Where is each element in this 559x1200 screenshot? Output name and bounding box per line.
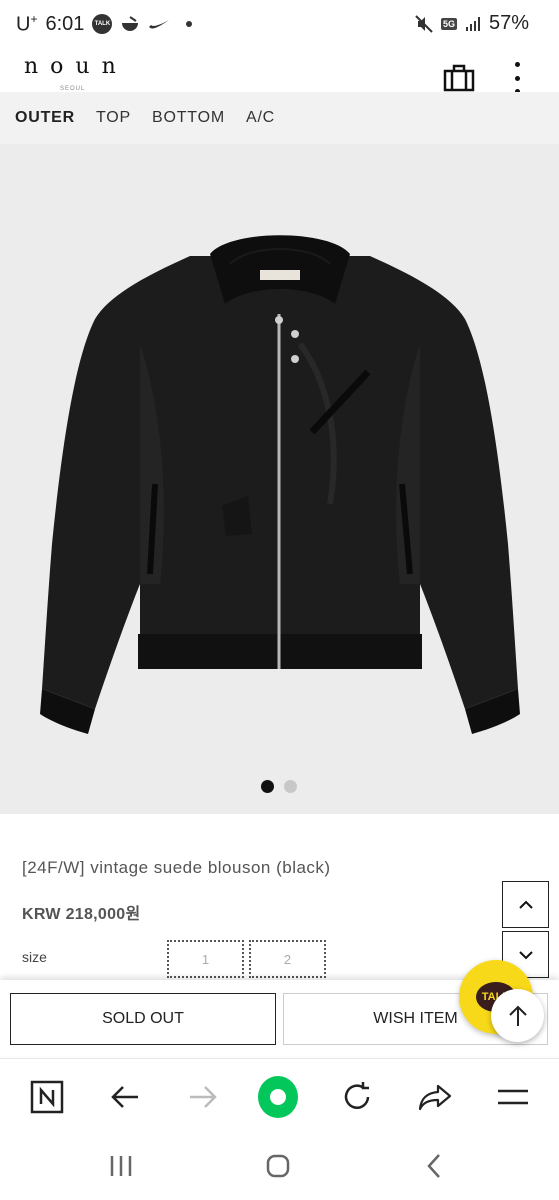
browser-menu-button[interactable] xyxy=(493,1077,533,1117)
status-right: 5G 57% xyxy=(415,12,529,35)
green-dot-icon xyxy=(258,1076,298,1118)
recent-apps-icon xyxy=(110,1156,132,1176)
home-icon xyxy=(266,1154,290,1178)
browser-toolbar xyxy=(0,1058,559,1132)
more-vertical-icon xyxy=(514,62,520,67)
talk-notification-icon: TALK xyxy=(92,14,113,35)
shopping-bag-button[interactable] xyxy=(443,64,475,92)
more-notifications-dot xyxy=(186,21,193,28)
product-info: [24F/W] vintage suede blouson (black) KR… xyxy=(0,814,559,980)
carousel-dot[interactable] xyxy=(284,780,297,793)
bowl-notification-icon xyxy=(122,16,139,32)
swoosh-notification-icon xyxy=(149,20,170,29)
size-label: size xyxy=(22,949,47,965)
site-logo[interactable]: noun xyxy=(24,54,128,79)
category-top[interactable]: TOP xyxy=(96,109,131,127)
system-navigation-bar xyxy=(0,1132,559,1200)
browser-forward-button[interactable] xyxy=(183,1077,223,1117)
product-jacket-image xyxy=(40,235,520,734)
category-outer[interactable]: OUTER xyxy=(15,109,75,127)
share-icon xyxy=(418,1084,452,1111)
size-option-2[interactable]: 2 xyxy=(249,940,326,978)
back-icon xyxy=(427,1154,440,1178)
scroll-up-button[interactable] xyxy=(502,881,549,928)
chevron-up-icon xyxy=(518,900,533,909)
hamburger-icon xyxy=(498,1089,528,1105)
system-home-button[interactable] xyxy=(258,1150,298,1182)
green-dot-center xyxy=(270,1089,286,1105)
arrow-up-icon xyxy=(508,1005,527,1026)
sold-out-button[interactable]: SOLD OUT xyxy=(10,993,276,1045)
signal-icon xyxy=(465,16,480,31)
arrow-right-icon xyxy=(190,1086,217,1108)
more-menu-button[interactable] xyxy=(508,62,526,94)
arrow-left-icon xyxy=(111,1086,138,1108)
system-back-button[interactable] xyxy=(414,1150,454,1182)
product-name: [24F/W] vintage suede blouson (black) xyxy=(22,858,331,877)
carousel-dot-active[interactable] xyxy=(261,780,274,793)
status-time: 6:01 xyxy=(45,12,85,35)
browser-share-button[interactable] xyxy=(415,1077,455,1117)
status-left: U+ 6:01 TALK xyxy=(16,12,193,37)
browser-green-button[interactable] xyxy=(258,1076,298,1118)
browser-reload-button[interactable] xyxy=(337,1077,377,1117)
battery-level: 57% xyxy=(488,12,529,34)
chevron-down-icon xyxy=(518,950,533,959)
browser-back-button[interactable] xyxy=(105,1077,145,1117)
category-ac[interactable]: A/C xyxy=(246,109,275,127)
browser-home-button[interactable] xyxy=(27,1077,67,1117)
status-bar: U+ 6:01 TALK 5G 57% xyxy=(0,0,559,50)
reload-icon xyxy=(344,1082,370,1109)
category-bottom[interactable]: BOTTOM xyxy=(152,109,225,127)
mute-icon xyxy=(415,14,433,33)
naver-n-icon xyxy=(30,1080,64,1114)
product-price: KRW 218,000원 xyxy=(22,906,141,923)
recent-apps-button[interactable] xyxy=(101,1150,141,1182)
network-badge: 5G xyxy=(440,17,457,30)
shopping-bag-icon xyxy=(443,64,475,92)
size-option-1[interactable]: 1 xyxy=(167,940,244,978)
product-image-carousel[interactable] xyxy=(0,144,559,814)
carousel-dots xyxy=(261,780,297,793)
more-dot xyxy=(514,75,520,81)
carrier-label: U+ xyxy=(16,12,38,36)
category-nav: OUTER TOP BOTTOM A/C xyxy=(0,92,559,144)
scroll-to-top-button[interactable] xyxy=(491,989,544,1042)
site-header: noun SEOUL xyxy=(0,50,559,94)
